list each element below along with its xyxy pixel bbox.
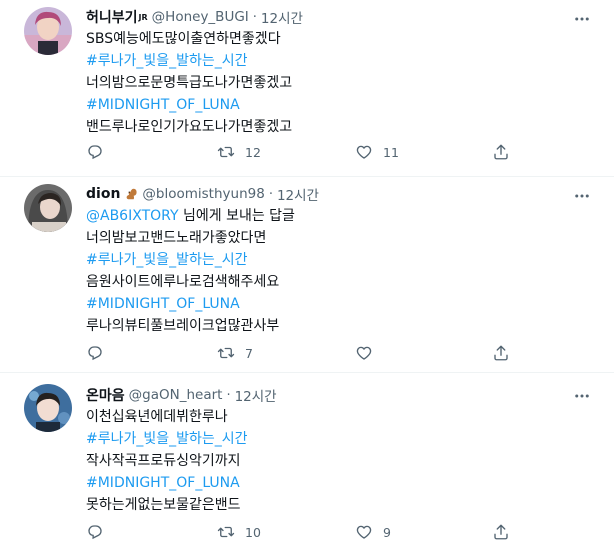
tweet-line: SBS예능에도많이출연하면좋겠다 xyxy=(86,31,281,47)
tweet-line: 이천십육년에데뷔한루나 xyxy=(86,409,228,425)
tweet[interactable]: 온마음 @gaON_heart · 12시간 이천십육년에데뷔한루나 #루나가_… xyxy=(0,373,614,550)
user-handle[interactable]: @Honey_BUGI xyxy=(152,9,249,25)
tweet-line: 음원사이트에루나로검색해주세요 xyxy=(86,274,280,290)
tweet-line: 못하는게없는보물같은밴드 xyxy=(86,497,241,513)
timestamp[interactable]: 12시간 xyxy=(261,7,303,27)
avatar[interactable] xyxy=(24,384,72,432)
reply-icon xyxy=(88,525,102,540)
avatar[interactable] xyxy=(24,7,72,55)
tweet-text: SBS예능에도많이출연하면좋겠다 #루나가_빛을_발하는_시간 너의밤으로문명특… xyxy=(86,28,584,138)
share-button[interactable] xyxy=(492,344,510,362)
tweet-text: 너의밤보고밴드노래가좋았다면 #루나가_빛을_발하는_시간 음원사이트에루나로검… xyxy=(86,227,584,337)
name-badge: JR xyxy=(138,12,148,22)
display-name[interactable]: 온마음 xyxy=(86,385,125,405)
more-options-button[interactable] xyxy=(572,386,592,406)
like-button[interactable] xyxy=(355,344,383,362)
reply-button[interactable] xyxy=(86,143,114,161)
tweet-text: 이천십육년에데뷔한루나 #루나가_빛을_발하는_시간 작사작곡프로듀싱악기까지 … xyxy=(86,406,584,516)
retweet-button[interactable]: 10 xyxy=(217,523,261,541)
reply-context: @AB6IXTORY 님에게 보내는 답글 xyxy=(86,205,584,227)
hashtag-link[interactable]: #루나가_빛을_발하는_시간 xyxy=(86,50,584,72)
hashtag-link[interactable]: #루나가_빛을_발하는_시간 xyxy=(86,249,584,271)
retweet-count: 10 xyxy=(245,524,261,540)
like-button[interactable]: 11 xyxy=(355,143,399,161)
retweet-icon xyxy=(217,146,235,158)
reply-button[interactable] xyxy=(86,523,114,541)
timestamp[interactable]: 12시간 xyxy=(277,184,319,204)
like-icon xyxy=(356,145,372,159)
separator-dot: · xyxy=(268,186,273,202)
avatar[interactable] xyxy=(24,184,72,232)
hashtag-link[interactable]: #MIDNIGHT_OF_LUNA xyxy=(86,94,584,116)
more-icon xyxy=(575,17,589,21)
hashtag-link[interactable]: #MIDNIGHT_OF_LUNA xyxy=(86,293,584,315)
more-options-button[interactable] xyxy=(572,186,592,206)
tweet-line: 너의밤으로문명특급도나가면좋겠고 xyxy=(86,75,293,91)
retweet-button[interactable]: 12 xyxy=(217,143,261,161)
separator-dot: · xyxy=(226,387,231,403)
tweet-line: 너의밤보고밴드노래가좋았다면 xyxy=(86,230,267,246)
hashtag-link[interactable]: #루나가_빛을_발하는_시간 xyxy=(86,428,584,450)
share-icon xyxy=(494,144,508,160)
retweet-count: 12 xyxy=(245,144,261,160)
share-button[interactable] xyxy=(492,143,510,161)
hashtag-link[interactable]: #MIDNIGHT_OF_LUNA xyxy=(86,472,584,494)
share-button[interactable] xyxy=(492,523,510,541)
retweet-button[interactable]: 7 xyxy=(217,344,253,362)
squirrel-emoji xyxy=(127,188,137,200)
tweet[interactable]: dion @bloomisthyun98 · 12시간 @AB6IXTORY 님… xyxy=(0,177,614,373)
share-icon xyxy=(494,345,508,361)
tweet-actions: 12 11 xyxy=(86,141,516,163)
like-count: 9 xyxy=(383,524,391,540)
tweet-header: dion @bloomisthyun98 · 12시간 xyxy=(86,183,584,205)
display-name[interactable]: dion xyxy=(86,186,120,202)
tweet-feed: 허니부기 JR @Honey_BUGI · 12시간 SBS예능에도많이출연하면… xyxy=(0,0,614,550)
tweet-line: 루나의뷰티풀브레이크업많관사부 xyxy=(86,318,280,334)
timestamp[interactable]: 12시간 xyxy=(235,385,277,405)
display-name[interactable]: 허니부기 xyxy=(86,7,138,27)
tweet-actions: 10 9 xyxy=(86,521,516,543)
reply-button[interactable] xyxy=(86,344,114,362)
tweet-header: 온마음 @gaON_heart · 12시간 xyxy=(86,384,584,406)
reply-icon xyxy=(88,145,102,160)
reply-mention-link[interactable]: @AB6IXTORY xyxy=(86,208,179,224)
retweet-count: 7 xyxy=(245,345,253,361)
like-icon xyxy=(356,525,372,539)
like-icon xyxy=(356,346,372,360)
retweet-icon xyxy=(217,526,235,538)
tweet-actions: 7 xyxy=(86,342,516,364)
more-options-button[interactable] xyxy=(572,9,592,29)
more-icon xyxy=(575,194,589,198)
reply-icon xyxy=(88,346,102,361)
separator-dot: · xyxy=(252,9,257,25)
tweet-line: 작사작곡프로듀싱악기까지 xyxy=(86,453,241,469)
share-icon xyxy=(494,524,508,540)
retweet-icon xyxy=(217,347,235,359)
tweet-header: 허니부기 JR @Honey_BUGI · 12시간 xyxy=(86,6,584,28)
user-handle[interactable]: @gaON_heart xyxy=(129,387,223,403)
tweet-line: 밴드루나로인기가요도나가면좋겠고 xyxy=(86,119,293,135)
like-button[interactable]: 9 xyxy=(355,523,391,541)
tweet[interactable]: 허니부기 JR @Honey_BUGI · 12시간 SBS예능에도많이출연하면… xyxy=(0,0,614,177)
user-handle[interactable]: @bloomisthyun98 xyxy=(142,186,264,202)
reply-context-label: 님에게 보내는 답글 xyxy=(178,208,295,224)
like-count: 11 xyxy=(383,144,399,160)
more-icon xyxy=(575,394,589,398)
